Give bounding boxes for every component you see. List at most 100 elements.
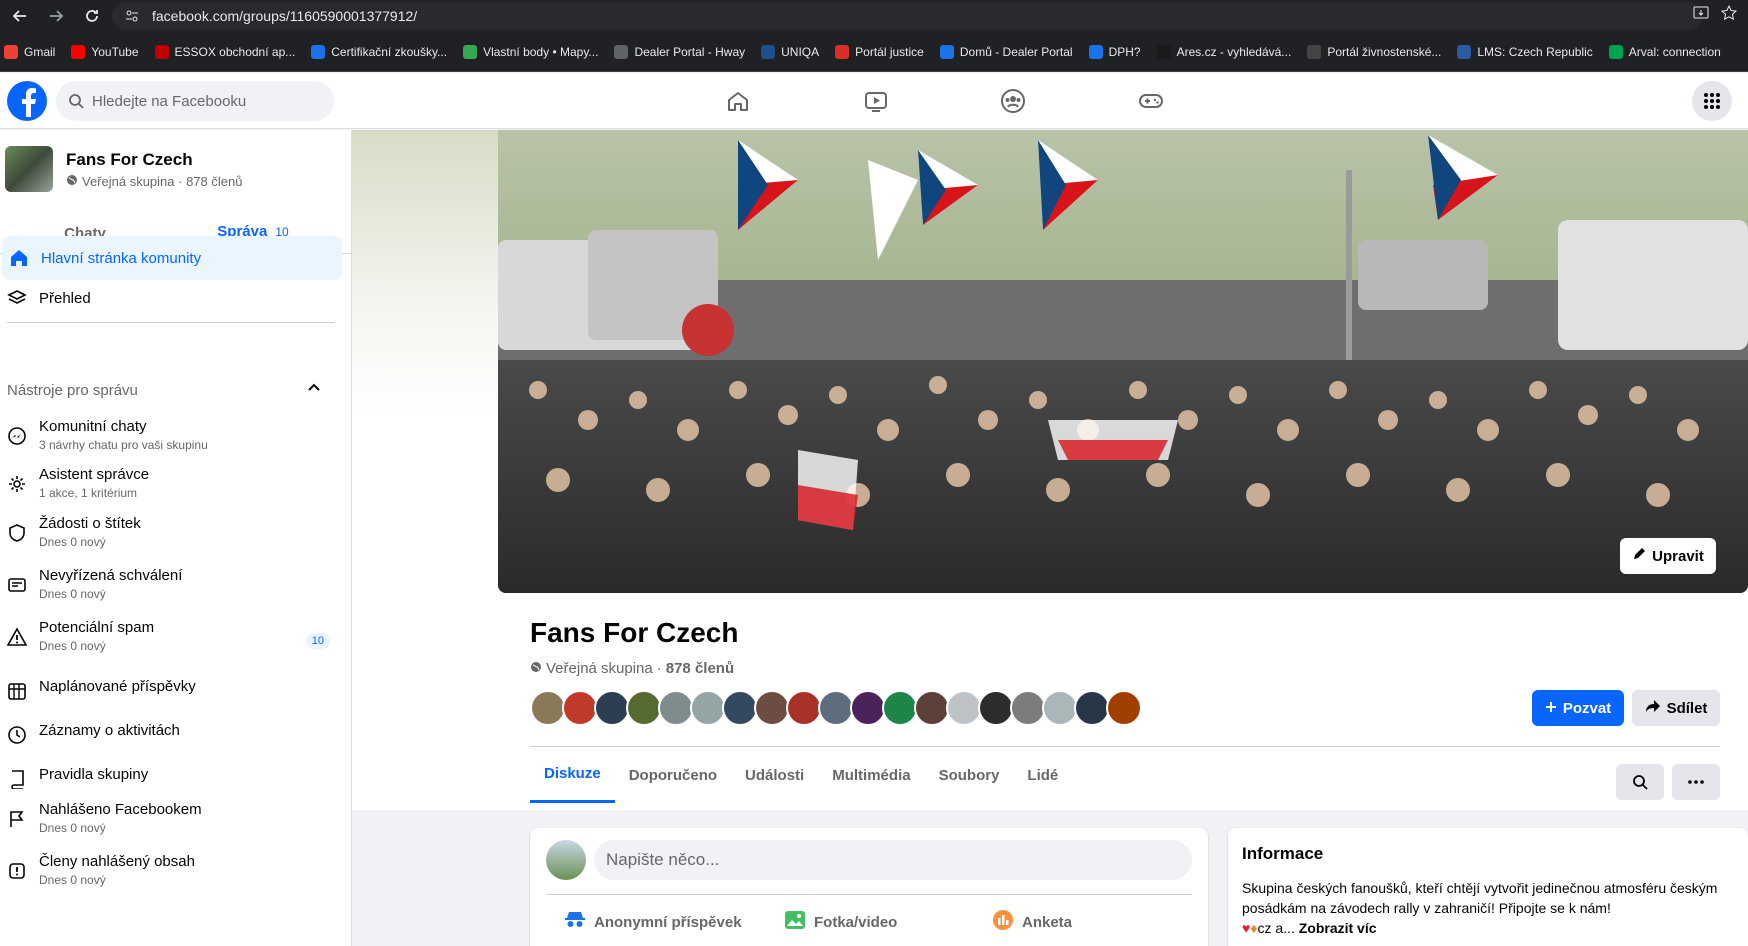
bookmark-item[interactable]: Arval: connection xyxy=(1608,44,1721,59)
member-avatar[interactable] xyxy=(658,690,694,726)
video-nav-icon[interactable] xyxy=(856,81,896,121)
sidebar-item-activity-log[interactable]: Záznamy o aktivitách xyxy=(0,717,340,747)
bookmark-star-icon[interactable] xyxy=(1720,4,1738,27)
bookmark-item[interactable]: Domů - Dealer Portal xyxy=(939,44,1073,59)
browser-toolbar: facebook.com/groups/1160590001377912/ xyxy=(0,0,1748,32)
tool-title: Potenciální spam xyxy=(39,619,155,636)
avatar[interactable] xyxy=(546,840,586,880)
sidebar-item-group-rules[interactable]: Pravidla skupiny xyxy=(0,761,340,791)
sidebar-item-pending-approvals[interactable]: Nevyřízená schválení Dnes 0 nový xyxy=(0,567,340,601)
back-icon[interactable] xyxy=(8,4,32,28)
member-avatar[interactable] xyxy=(818,690,854,726)
page-title[interactable]: Fans For Czech xyxy=(530,617,738,649)
bookmark-item[interactable]: Portál živnostenské... xyxy=(1307,44,1441,59)
tool-sub: Dnes 0 nový xyxy=(39,535,106,549)
sidebar-item-scheduled-posts[interactable]: Naplánované příspěvky xyxy=(0,673,340,703)
member-avatar[interactable] xyxy=(786,690,822,726)
member-avatar[interactable] xyxy=(978,690,1014,726)
member-avatar[interactable] xyxy=(754,690,790,726)
member-avatar[interactable] xyxy=(1042,690,1078,726)
sidebar-item-admin-assistant[interactable]: Asistent správce 1 akce, 1 kritérium xyxy=(0,466,340,500)
bookmark-item[interactable]: LMS: Czech Republic xyxy=(1457,44,1593,59)
bookmark-item[interactable]: Vlastní body • Mapy... xyxy=(463,44,598,59)
bookmark-label: Arval: connection xyxy=(1628,44,1721,59)
member-avatar[interactable] xyxy=(722,690,758,726)
cover-photo[interactable] xyxy=(498,130,1748,593)
forward-icon[interactable] xyxy=(44,4,68,28)
bookmark-item[interactable]: Dealer Portal - Hway xyxy=(614,44,745,59)
share-button[interactable]: Sdílet xyxy=(1632,690,1720,726)
about-description: Skupina českých fanoušků, kteří chtějí v… xyxy=(1242,880,1718,916)
home-icon xyxy=(7,246,31,270)
photo-video-button[interactable]: Fotka/video xyxy=(784,902,897,942)
bookmark-item[interactable]: Gmail xyxy=(4,44,55,59)
gaming-nav-icon[interactable] xyxy=(1131,81,1171,121)
tab-files[interactable]: Soubory xyxy=(925,747,1014,803)
member-avatar[interactable] xyxy=(594,690,630,726)
group-members[interactable]: 878 členů xyxy=(666,660,734,677)
menu-grid-icon[interactable] xyxy=(1692,81,1732,121)
globe-icon xyxy=(530,660,542,677)
facebook-search[interactable]: Hledejte na Facebooku xyxy=(56,81,334,121)
member-avatar[interactable] xyxy=(1106,690,1142,726)
bookmark-item[interactable]: Certifikační zkoušky... xyxy=(311,44,447,59)
groups-nav-icon[interactable] xyxy=(993,81,1033,121)
member-avatars[interactable] xyxy=(530,690,1142,726)
composer-input[interactable]: Napište něco... xyxy=(594,840,1192,880)
sidebar-item-badge-requests[interactable]: Žádosti o štítek Dnes 0 nový xyxy=(0,515,340,549)
meta-separator: · xyxy=(656,660,662,677)
photo-icon xyxy=(784,910,806,934)
layers-icon xyxy=(5,286,29,310)
bookmark-favicon-icon xyxy=(1457,44,1472,59)
edit-cover-button[interactable]: Upravit xyxy=(1620,538,1716,574)
sidebar-item-overview[interactable]: Přehled xyxy=(0,276,342,320)
facebook-logo-icon[interactable] xyxy=(7,81,47,121)
sidebar-item-member-reported[interactable]: Členy nahlášený obsah Dnes 0 nový xyxy=(0,853,340,887)
sidebar-item-potential-spam[interactable]: Potenciální spam Dnes 0 nový 10 xyxy=(0,619,340,653)
bookmark-item[interactable]: Portál justice xyxy=(835,44,924,59)
bookmark-item[interactable]: DPH? xyxy=(1088,44,1141,59)
member-avatar[interactable] xyxy=(882,690,918,726)
bookmark-item[interactable]: ESSOX obchodní ap... xyxy=(154,44,295,59)
bookmark-favicon-icon xyxy=(835,44,850,59)
approvals-icon xyxy=(5,573,29,597)
group-privacy[interactable]: Veřejná skupina xyxy=(546,660,653,677)
bookmark-favicon-icon xyxy=(1156,44,1171,59)
show-more-link[interactable]: Zobrazit víc xyxy=(1299,920,1377,936)
site-info-icon[interactable] xyxy=(122,6,142,26)
sidebar-item-community-home[interactable]: Hlavní stránka komunity xyxy=(2,236,342,280)
member-avatar[interactable] xyxy=(530,690,566,726)
tab-media[interactable]: Multimédia xyxy=(818,747,924,803)
tab-discussion[interactable]: Diskuze xyxy=(530,747,615,803)
home-nav-icon[interactable] xyxy=(718,81,758,121)
member-avatar[interactable] xyxy=(1010,690,1046,726)
tab-events[interactable]: Události xyxy=(731,747,818,803)
member-avatar[interactable] xyxy=(626,690,662,726)
tab-featured[interactable]: Doporučeno xyxy=(615,747,731,803)
tab-people[interactable]: Lidé xyxy=(1013,747,1072,803)
sidebar-item-reported-by-facebook[interactable]: Nahlášeno Facebookem Dnes 0 nový xyxy=(0,801,340,835)
member-avatar[interactable] xyxy=(562,690,598,726)
group-search-button[interactable] xyxy=(1616,764,1664,800)
install-app-icon[interactable] xyxy=(1692,4,1710,27)
address-bar[interactable]: facebook.com/groups/1160590001377912/ xyxy=(112,2,1702,30)
group-thumbnail xyxy=(5,146,53,192)
bookmark-item[interactable]: UNIQA xyxy=(761,44,819,59)
bookmark-item[interactable]: YouTube xyxy=(71,44,139,59)
member-avatar[interactable] xyxy=(850,690,886,726)
member-avatar[interactable] xyxy=(1074,690,1110,726)
anonymous-post-button[interactable]: Anonymní příspěvek xyxy=(564,902,742,942)
about-title: Informace xyxy=(1242,844,1324,863)
bookmark-label: Portál justice xyxy=(855,44,924,59)
bookmark-item[interactable]: Ares.cz - vyhledává... xyxy=(1156,44,1291,59)
more-options-button[interactable] xyxy=(1672,764,1720,800)
sidebar-group-header[interactable]: Fans For Czech Veřejná skupina · 878 čle… xyxy=(5,146,242,192)
poll-button[interactable]: Anketa xyxy=(992,902,1072,942)
chevron-up-icon[interactable] xyxy=(306,380,322,401)
reload-icon[interactable] xyxy=(80,4,104,28)
member-avatar[interactable] xyxy=(690,690,726,726)
invite-button[interactable]: Pozvat xyxy=(1532,690,1624,726)
member-avatar[interactable] xyxy=(914,690,950,726)
member-avatar[interactable] xyxy=(946,690,982,726)
sidebar-item-community-chats[interactable]: Komunitní chaty 3 návrhy chatu pro vaši s… xyxy=(0,418,340,452)
